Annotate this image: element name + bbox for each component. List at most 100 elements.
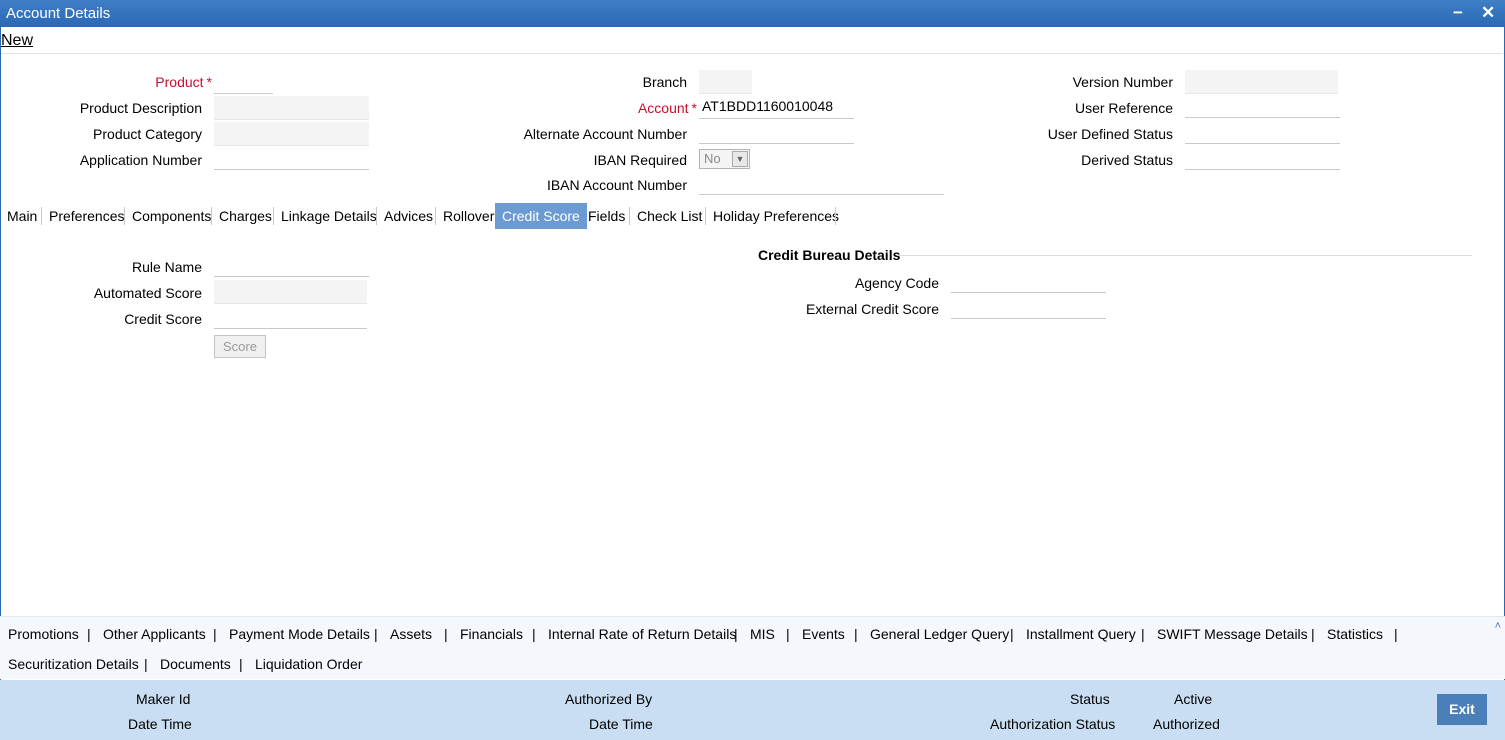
window-titlebar: Account Details − ✕ bbox=[0, 0, 1505, 27]
alternate-account-number-label: Alternate Account Number bbox=[523, 126, 687, 142]
account-label-text: Account bbox=[637, 100, 689, 116]
link-separator: | bbox=[1311, 626, 1315, 642]
link-separator: | bbox=[1010, 626, 1014, 642]
link-promotions[interactable]: Promotions bbox=[8, 626, 79, 642]
product-description-label: Product Description bbox=[79, 100, 202, 116]
tab-components[interactable]: Components bbox=[125, 203, 218, 229]
tab-holiday-preferences[interactable]: Holiday Preferences bbox=[706, 203, 846, 229]
product-category-label: Product Category bbox=[93, 126, 202, 142]
link-events[interactable]: Events bbox=[802, 626, 845, 642]
tab-check-list[interactable]: Check List bbox=[630, 203, 709, 229]
product-category-field bbox=[214, 122, 369, 146]
audit-footer: Maker Id Date Time Authorized By Date Ti… bbox=[0, 680, 1505, 740]
rule-name-field[interactable] bbox=[214, 253, 369, 277]
link-financials[interactable]: Financials bbox=[460, 626, 523, 642]
link-other-applicants[interactable]: Other Applicants bbox=[103, 626, 206, 642]
score-button[interactable]: Score bbox=[214, 335, 266, 358]
link-swift-message-details[interactable]: SWIFT Message Details bbox=[1157, 626, 1308, 642]
scroll-up-icon[interactable]: ˄ bbox=[1495, 620, 1501, 632]
iban-account-number-label: IBAN Account Number bbox=[546, 177, 687, 193]
application-number-label: Application Number bbox=[79, 152, 202, 168]
account-field[interactable]: AT1BDD1160010048 bbox=[699, 95, 854, 119]
link-securitization-details[interactable]: Securitization Details bbox=[8, 656, 139, 672]
product-label: Product * bbox=[155, 74, 212, 90]
close-icon[interactable]: ✕ bbox=[1481, 3, 1495, 23]
product-field[interactable] bbox=[214, 70, 273, 94]
link-documents[interactable]: Documents bbox=[160, 656, 231, 672]
account-label: Account * bbox=[638, 100, 697, 116]
link-liquidation-order[interactable]: Liquidation Order bbox=[255, 656, 362, 672]
user-defined-status-label: User Defined Status bbox=[1047, 126, 1173, 142]
external-credit-score-label: External Credit Score bbox=[805, 301, 939, 317]
user-reference-field[interactable] bbox=[1185, 94, 1340, 118]
link-separator: | bbox=[1141, 626, 1145, 642]
tab-charges[interactable]: Charges bbox=[212, 203, 279, 229]
agency-code-field[interactable] bbox=[951, 269, 1106, 293]
branch-field bbox=[699, 70, 752, 94]
link-statistics[interactable]: Statistics bbox=[1327, 626, 1383, 642]
derived-status-label: Derived Status bbox=[1081, 152, 1173, 168]
link-separator: | bbox=[734, 626, 738, 642]
link-installment-query[interactable]: Installment Query bbox=[1026, 626, 1136, 642]
authorization-status-label: Authorization Status bbox=[990, 716, 1116, 732]
tab-credit-score[interactable]: Credit Score bbox=[495, 203, 587, 229]
credit-score-field[interactable] bbox=[214, 305, 367, 329]
section-divider bbox=[897, 255, 1472, 256]
credit-score-label: Credit Score bbox=[124, 311, 202, 327]
automated-score-label: Automated Score bbox=[93, 285, 202, 301]
link-separator: | bbox=[532, 626, 536, 642]
tab-linkage-details[interactable]: Linkage Details bbox=[274, 203, 384, 229]
external-credit-score-field[interactable] bbox=[951, 295, 1106, 319]
rule-name-label: Rule Name bbox=[131, 259, 202, 275]
subsystem-links: ˄ Promotions | Other Applicants | Paymen… bbox=[0, 616, 1505, 679]
iban-required-select[interactable]: No ▼ bbox=[699, 149, 750, 169]
link-separator: | bbox=[374, 626, 378, 642]
version-number-field bbox=[1185, 70, 1338, 94]
link-internal-rate-of-return-details[interactable]: Internal Rate of Return Details bbox=[548, 626, 736, 642]
required-marker: * bbox=[691, 100, 697, 116]
credit-bureau-details-title: Credit Bureau Details bbox=[758, 247, 901, 263]
iban-account-number-field[interactable] bbox=[699, 171, 944, 195]
link-payment-mode-details[interactable]: Payment Mode Details bbox=[229, 626, 370, 642]
alternate-account-number-field[interactable] bbox=[699, 120, 854, 144]
exit-button[interactable]: Exit bbox=[1437, 694, 1487, 725]
window-title: Account Details bbox=[6, 5, 111, 22]
agency-code-label: Agency Code bbox=[854, 275, 939, 291]
link-general-ledger-query[interactable]: General Ledger Query bbox=[870, 626, 1009, 642]
link-separator: | bbox=[444, 626, 448, 642]
branch-label: Branch bbox=[642, 74, 687, 90]
tab-advices[interactable]: Advices bbox=[377, 203, 440, 229]
maker-date-time-label: Date Time bbox=[128, 716, 192, 732]
tab-preferences[interactable]: Preferences bbox=[42, 203, 131, 229]
iban-required-value: No bbox=[704, 151, 721, 166]
status-label: Status bbox=[1070, 691, 1110, 707]
user-defined-status-field[interactable] bbox=[1185, 120, 1340, 144]
link-separator: | bbox=[87, 626, 91, 642]
maker-id-label: Maker Id bbox=[136, 691, 191, 707]
link-separator: | bbox=[786, 626, 790, 642]
link-separator: | bbox=[239, 656, 243, 672]
tab-rollover[interactable]: Rollover bbox=[436, 203, 501, 229]
link-separator: | bbox=[854, 626, 858, 642]
tab-separator bbox=[835, 207, 836, 225]
link-mis[interactable]: MIS bbox=[750, 626, 775, 642]
product-label-text: Product bbox=[155, 74, 204, 90]
link-separator: | bbox=[213, 626, 217, 642]
menu-divider bbox=[1, 53, 1503, 54]
required-marker: * bbox=[206, 74, 212, 90]
product-description-field bbox=[214, 96, 369, 120]
tab-fields[interactable]: Fields bbox=[581, 203, 632, 229]
chevron-down-icon[interactable]: ▼ bbox=[732, 151, 748, 167]
derived-status-field[interactable] bbox=[1185, 146, 1340, 170]
link-assets[interactable]: Assets bbox=[390, 626, 432, 642]
link-separator: | bbox=[1394, 626, 1398, 642]
status-value: Active bbox=[1174, 691, 1213, 707]
minimize-icon[interactable]: − bbox=[1453, 3, 1463, 23]
new-button[interactable]: New bbox=[1, 32, 33, 50]
tab-main[interactable]: Main bbox=[0, 203, 44, 229]
authorization-status-value: Authorized bbox=[1153, 716, 1220, 732]
application-number-field[interactable] bbox=[214, 146, 369, 170]
automated-score-field bbox=[214, 280, 367, 304]
link-separator: | bbox=[144, 656, 148, 672]
checker-date-time-label: Date Time bbox=[589, 716, 653, 732]
